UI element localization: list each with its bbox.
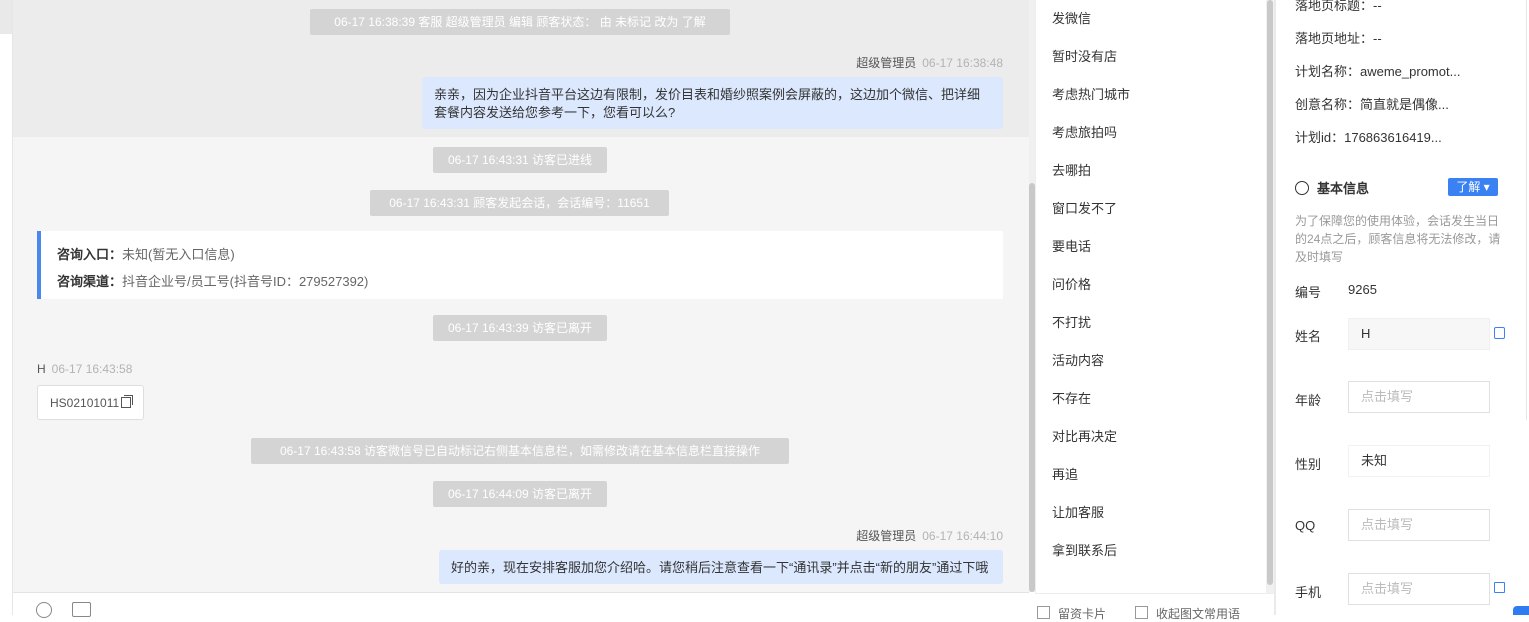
quick-reply-footer: 留资卡片 收起图文常用语 [1035,593,1274,621]
edit-hint: 为了保障您的使用体验，会话发生当日的24点之后，顾客信息将无法修改，请及时填写 [1295,214,1501,264]
card-icon [1037,606,1050,619]
name-field[interactable]: H [1348,318,1490,350]
age-field[interactable]: 点击填写 [1348,381,1490,413]
emoji-icon[interactable] [36,602,52,618]
message-time: 06-17 16:43:58 [51,362,133,376]
qq-label: QQ [1295,518,1316,533]
id-value: 9265 [1348,282,1377,297]
basic-info-label: 基本信息 [1317,181,1370,196]
message-text: HS02101011 [50,396,120,410]
system-event: 06-17 16:43:31 顾客发起会话，会话编号：11651 [370,190,669,216]
id-label: 编号 [1295,285,1322,300]
quick-reply-panel: 发微信 暂时没有店 考虑热门城市 考虑旅拍吗 去哪拍 窗口发不了 要电话 问价格… [1035,0,1267,593]
outgoing-message: 好的亲，现在安排客服加您介绍哈。请您稍后注意查看一下“通讯录”并点击“新的朋友”… [439,550,1003,584]
qq-field[interactable]: 点击填写 [1348,509,1490,541]
collapse-phrases-label: 收起图文常用语 [1156,607,1241,621]
message-header: 超级管理员 06-17 16:44:10 [856,527,1003,544]
collapse-phrases-button[interactable]: 收起图文常用语 [1135,605,1240,622]
outgoing-message: 亲亲，因为企业抖音平台这边有限制，发价目表和婚纱照案例会屏蔽的，这边加个微信、把… [422,77,1003,129]
system-event: 06-17 16:43:58 访客微信号已自动标记右侧基本信息栏，如需修改请在基… [251,438,789,464]
status-label: 了解 [1456,180,1481,194]
sender-name: H [37,362,46,376]
channel-label: 咨询渠道： [57,274,123,289]
entry-label: 咨询入口： [57,247,123,262]
message-time: 06-17 16:44:10 [922,529,1003,543]
landing-page-url: 落地页地址：-- [1295,31,1382,46]
user-icon [1295,181,1309,195]
quick-reply-item[interactable]: 窗口发不了 [1052,199,1117,219]
quick-reply-item[interactable]: 发微信 [1052,9,1091,29]
customer-status-dropdown[interactable]: 了解 ▾ [1448,178,1498,196]
message-time: 06-17 16:38:48 [922,56,1003,70]
external-link-icon[interactable] [1494,582,1505,593]
channel-value: 抖音企业号/员工号(抖音号ID：279527392) [122,274,369,289]
quick-reply-item[interactable]: 考虑旅拍吗 [1052,123,1117,143]
quick-reply-item[interactable]: 不存在 [1052,389,1091,409]
name-label: 姓名 [1295,329,1322,344]
left-edge [0,0,13,615]
age-label: 年龄 [1295,393,1322,408]
system-event: 06-17 16:44:09 访客已离开 [433,481,607,507]
gender-select[interactable]: 未知 [1348,445,1490,477]
creative-name: 创意名称：简直就是偶像... [1295,97,1449,112]
quick-reply-scrollbar[interactable] [1266,0,1274,593]
quick-reply-item[interactable]: 暂时没有店 [1052,47,1117,67]
copy-icon[interactable] [1494,327,1505,339]
quick-reply-item[interactable]: 活动内容 [1052,351,1104,371]
quick-reply-item[interactable]: 不打扰 [1052,313,1091,333]
copy-icon[interactable] [121,395,134,408]
customer-info-panel: 落地页标题：-- 落地页地址：-- 计划名称：aweme_promot... 创… [1276,0,1529,615]
lead-card-button[interactable]: 留资卡片 [1037,605,1106,622]
floating-action-button[interactable] [1513,606,1529,615]
phone-label: 手机 [1295,585,1322,600]
sender-name: 超级管理员 [856,56,917,70]
plan-id: 计划id：176863616419... [1295,130,1442,145]
quick-reply-item[interactable]: 问价格 [1052,275,1091,295]
system-event: 06-17 16:38:39 客服 超级管理员 编辑 顾客状态： 由 未标记 改… [310,9,730,35]
quick-reply-item[interactable]: 对比再决定 [1052,427,1117,447]
gender-label: 性别 [1295,457,1322,472]
sender-name: 超级管理员 [856,529,917,543]
message-header: 超级管理员 06-17 16:38:48 [856,54,1003,71]
phone-field[interactable]: 点击填写 [1348,573,1490,605]
plan-name: 计划名称：aweme_promot... [1295,64,1461,79]
chat-input-toolbar [13,592,1029,618]
lead-card-label: 留资卡片 [1058,607,1107,621]
message-header: H 06-17 16:43:58 [37,362,132,376]
scrollbar-thumb[interactable] [1267,0,1273,585]
basic-info-title: 基本信息 [1295,178,1369,197]
quick-reply-item[interactable]: 让加客服 [1052,503,1104,523]
consult-entry-card: 咨询入口：未知(暂无入口信息) 咨询渠道：抖音企业号/员工号(抖音号ID：279… [37,231,1003,299]
incoming-message[interactable]: HS02101011 [37,385,145,420]
system-event: 06-17 16:43:31 访客已进线 [433,147,607,173]
quick-reply-item[interactable]: 考虑热门城市 [1052,85,1130,105]
entry-value: 未知(暂无入口信息) [122,247,235,262]
landing-page-title: 落地页标题：-- [1295,0,1382,13]
left-tab[interactable] [0,0,12,34]
collapse-icon [1135,606,1148,619]
right-border [1526,0,1527,420]
quick-reply-item[interactable]: 要电话 [1052,237,1091,257]
quick-reply-item[interactable]: 再追 [1052,465,1078,485]
system-event: 06-17 16:43:39 访客已离开 [433,315,607,341]
quick-reply-item[interactable]: 去哪拍 [1052,161,1091,181]
quick-reply-item[interactable]: 拿到联系后 [1052,541,1117,561]
chat-history[interactable]: 06-17 16:38:39 客服 超级管理员 编辑 顾客状态： 由 未标记 改… [13,0,1029,592]
